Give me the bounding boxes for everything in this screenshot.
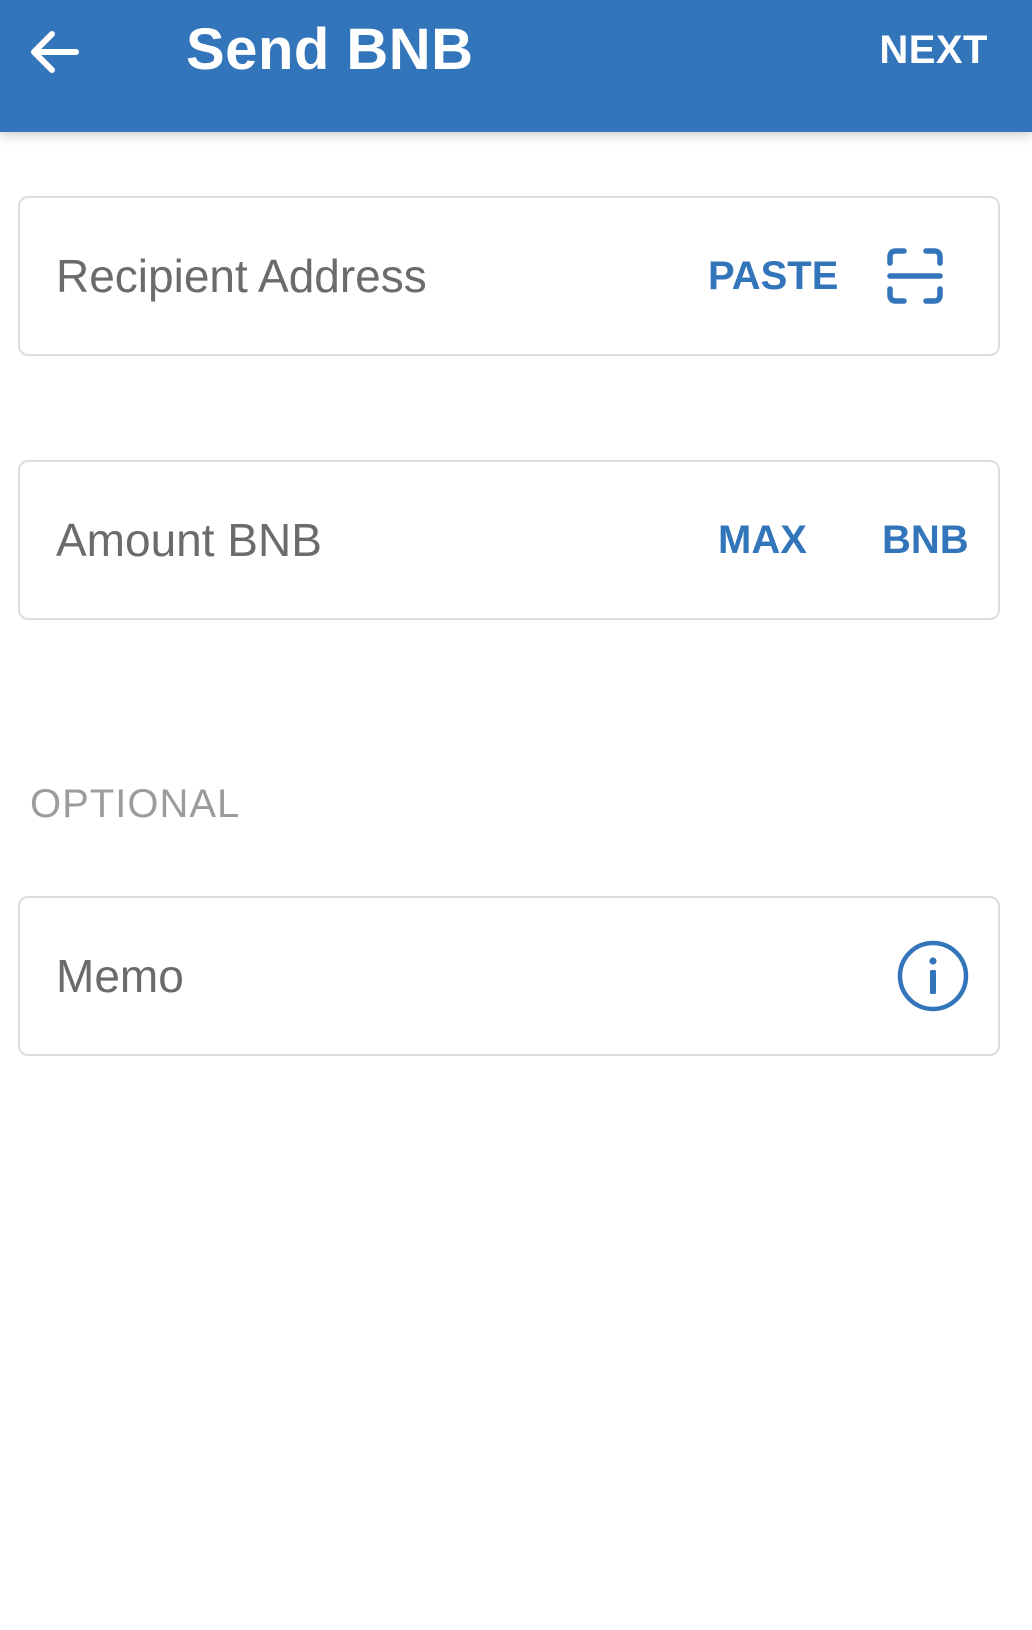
next-button[interactable]: NEXT [879,24,988,76]
optional-section-label: OPTIONAL [30,782,241,826]
memo-info-button[interactable] [896,939,970,1013]
amount-placeholder: Amount BNB [56,514,322,566]
paste-button[interactable]: PASTE [708,251,838,301]
scan-qr-button[interactable] [886,247,944,305]
page-title: Send BNB [186,17,474,82]
recipient-address-field[interactable]: Recipient Address PASTE [18,196,1000,356]
info-icon [897,940,969,1012]
memo-placeholder: Memo [56,950,184,1002]
back-button[interactable] [22,20,86,84]
app-bar: Send BNB NEXT [0,0,1032,132]
qr-scan-icon [887,248,943,304]
max-button[interactable]: MAX [718,515,807,565]
arrow-left-icon [31,31,79,73]
recipient-address-placeholder: Recipient Address [56,250,427,302]
currency-toggle-button[interactable]: BNB [882,515,969,565]
memo-field[interactable]: Memo [18,896,1000,1056]
amount-field[interactable]: Amount BNB MAX BNB [18,460,1000,620]
send-screen: Send BNB NEXT Recipient Address PASTE Am… [0,0,1032,1630]
